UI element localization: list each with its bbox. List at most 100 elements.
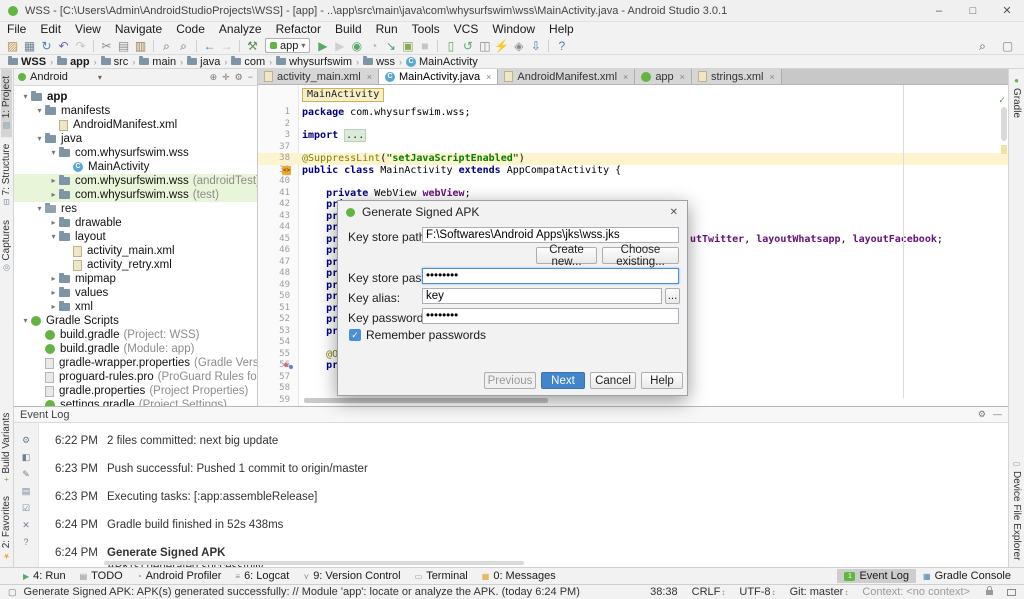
vertical-scrollbar[interactable] — [1001, 107, 1007, 141]
status-crlf[interactable]: CRLF↕ — [692, 586, 726, 598]
close-tab-icon[interactable]: × — [367, 72, 372, 82]
tree-item-values[interactable]: ▸values — [14, 286, 257, 300]
status-utf-8[interactable]: UTF-8↕ — [739, 586, 775, 598]
tree-item-build-gradle-module-app[interactable]: build.gradle(Module: app) — [14, 342, 257, 356]
tree-item-activity-main-xml[interactable]: activity_main.xml — [14, 244, 257, 258]
event-log-settings-icon[interactable]: ⚙ — [978, 409, 986, 420]
help-icon[interactable]: ? — [553, 38, 570, 54]
status-38-38[interactable]: 38:38 — [650, 586, 678, 598]
tree-collapsed-icon[interactable]: ▸ — [48, 188, 59, 202]
breadcrumb-whysurfswim[interactable]: whysurfswim — [274, 56, 354, 68]
menu-tools[interactable]: Tools — [405, 22, 447, 37]
editor-tab-strings-xml[interactable]: strings.xml× — [692, 69, 782, 84]
tree-item-java[interactable]: ▾java — [14, 132, 257, 146]
tree-item-layout[interactable]: ▾layout — [14, 230, 257, 244]
tree-collapsed-icon[interactable]: ▸ — [48, 286, 59, 300]
override-marker-icon[interactable] — [284, 362, 294, 370]
run-icon[interactable]: ▶ — [314, 38, 331, 54]
tree-item-androidmanifest-xml[interactable]: AndroidManifest.xml — [14, 118, 257, 132]
editor-tab-androidmanifest-xml[interactable]: AndroidManifest.xml× — [498, 69, 635, 84]
find-icon[interactable]: ⌕ — [158, 38, 175, 54]
locate-icon[interactable]: ⊕ — [210, 72, 218, 83]
toolwindow-button-captures[interactable]: ◎Captures — [1, 213, 12, 280]
replace-icon[interactable]: ⌕ — [175, 38, 192, 54]
tree-expanded-icon[interactable]: ▾ — [34, 104, 45, 118]
make-project-icon[interactable]: ⚒ — [244, 38, 261, 54]
coverage-icon[interactable]: ▣ — [399, 38, 416, 54]
toolwindow-toggle-icon[interactable]: ▢ — [8, 587, 17, 598]
settings-icon[interactable]: ⚙ — [22, 435, 30, 446]
tree-item-com-whysurfswim-wss-androidtest[interactable]: ▸com.whysurfswim.wss(androidTest) — [14, 174, 257, 188]
menu-view[interactable]: View — [68, 22, 108, 37]
tree-expanded-icon[interactable]: ▾ — [48, 230, 59, 244]
toolwindow-button-4-run[interactable]: ▶4: Run — [16, 569, 73, 583]
tree-collapsed-icon[interactable]: ▸ — [48, 272, 59, 286]
profile-avatar-icon[interactable]: ▢ — [999, 38, 1016, 54]
breadcrumb-main[interactable]: main — [137, 56, 178, 68]
cut-icon[interactable]: ✂ — [98, 38, 115, 54]
key-alias-input[interactable] — [422, 288, 662, 304]
key-alias-browse-button[interactable]: ... — [665, 288, 680, 304]
screen-reader-icon[interactable] — [1007, 589, 1016, 596]
editor-tab-app[interactable]: app× — [635, 69, 692, 84]
close-icon[interactable]: ✕ — [990, 0, 1024, 22]
instant-run-icon[interactable]: ⚡ — [493, 38, 510, 54]
tree-collapsed-icon[interactable]: ▸ — [48, 300, 59, 314]
menu-analyze[interactable]: Analyze — [212, 22, 269, 37]
tree-item-settings-gradle-project-settings[interactable]: settings.gradle(Project Settings) — [14, 398, 257, 406]
tree-item-com-whysurfswim-wss-test[interactable]: ▸com.whysurfswim.wss(test) — [14, 188, 257, 202]
tree-collapsed-icon[interactable]: ▸ — [48, 174, 59, 188]
menu-help[interactable]: Help — [542, 22, 581, 37]
menu-navigate[interactable]: Navigate — [108, 22, 169, 37]
toolwindow-button-build-variants[interactable]: +Build Variants — [1, 406, 12, 489]
minimize-icon[interactable]: – — [922, 0, 956, 22]
tree-item-activity-retry-xml[interactable]: activity_retry.xml — [14, 258, 257, 272]
gradle-sync-icon[interactable]: ↺ — [459, 38, 476, 54]
tree-item-manifests[interactable]: ▾manifests — [14, 104, 257, 118]
event-log-scrollbar[interactable] — [104, 561, 524, 565]
previous-button[interactable]: Previous — [484, 372, 536, 389]
back-icon[interactable]: ← — [201, 38, 218, 54]
breadcrumb-java[interactable]: java — [185, 56, 222, 68]
stop-icon[interactable]: ■ — [416, 38, 433, 54]
tree-expanded-icon[interactable]: ▾ — [34, 202, 45, 216]
key-store-password-input[interactable] — [422, 268, 679, 284]
status-git-master[interactable]: Git: master↕ — [790, 586, 849, 598]
copy-icon[interactable]: ▤ — [115, 38, 132, 54]
next-button[interactable]: Next — [541, 372, 585, 389]
toolwindow-button-1-project[interactable]: ▤1: Project — [1, 69, 12, 137]
balloon-icon[interactable]: ◧ — [22, 452, 31, 463]
toolwindow-button-todo[interactable]: ▤TODO — [73, 569, 130, 583]
toolwindow-button-gradle-console[interactable]: ▦Gradle Console — [916, 569, 1018, 583]
clear-icon[interactable]: ✕ — [22, 520, 30, 531]
close-tab-icon[interactable]: × — [486, 72, 491, 82]
event-log-hide-icon[interactable]: — — [993, 409, 1002, 420]
copy-icon[interactable]: ▤ — [22, 486, 31, 497]
avd-manager-icon[interactable]: ▯ — [442, 38, 459, 54]
sdk-manager-icon[interactable]: ⇩ — [527, 38, 544, 54]
status-context-no-context[interactable]: Context: <no context> — [862, 586, 970, 598]
breadcrumb-wss[interactable]: WSS — [6, 56, 48, 68]
editor-tab-mainactivity-java[interactable]: CMainActivity.java× — [379, 69, 498, 84]
toolwindow-button-7-structure[interactable]: ⊟7: Structure — [1, 137, 12, 212]
edit-icon[interactable]: ✎ — [22, 469, 30, 480]
toolwindow-button-event-log[interactable]: 1Event Log — [837, 569, 916, 583]
maximize-icon[interactable]: □ — [956, 0, 990, 22]
breadcrumb-mainactivity[interactable]: CMainActivity — [404, 56, 480, 68]
paste-icon[interactable]: ▥ — [132, 38, 149, 54]
collapse-all-icon[interactable]: ✛ — [222, 72, 230, 83]
tree-item-mipmap[interactable]: ▸mipmap — [14, 272, 257, 286]
attach-debugger-icon[interactable]: ↘ — [382, 38, 399, 54]
tree-item-proguard-rules-pro-proguard-rules-for-app[interactable]: proguard-rules.pro(ProGuard Rules for ap… — [14, 370, 257, 384]
close-tab-icon[interactable]: × — [623, 72, 628, 82]
key-store-path-input[interactable] — [422, 227, 679, 243]
toolwindow-button-0-messages[interactable]: ▦0: Messages — [475, 569, 563, 583]
tree-collapsed-icon[interactable]: ▸ — [48, 216, 59, 230]
save-all-icon[interactable]: ▦ — [21, 38, 38, 54]
toolwindow-button-device-file-explorer[interactable]: ▭Device File Explorer — [1011, 452, 1022, 567]
create-new-button[interactable]: Create new... — [536, 247, 597, 264]
help-button[interactable]: Help — [641, 372, 683, 389]
open-icon[interactable]: ▨ — [4, 38, 21, 54]
menu-build[interactable]: Build — [328, 22, 369, 37]
tree-item-gradle-properties-project-properties[interactable]: gradle.properties(Project Properties) — [14, 384, 257, 398]
